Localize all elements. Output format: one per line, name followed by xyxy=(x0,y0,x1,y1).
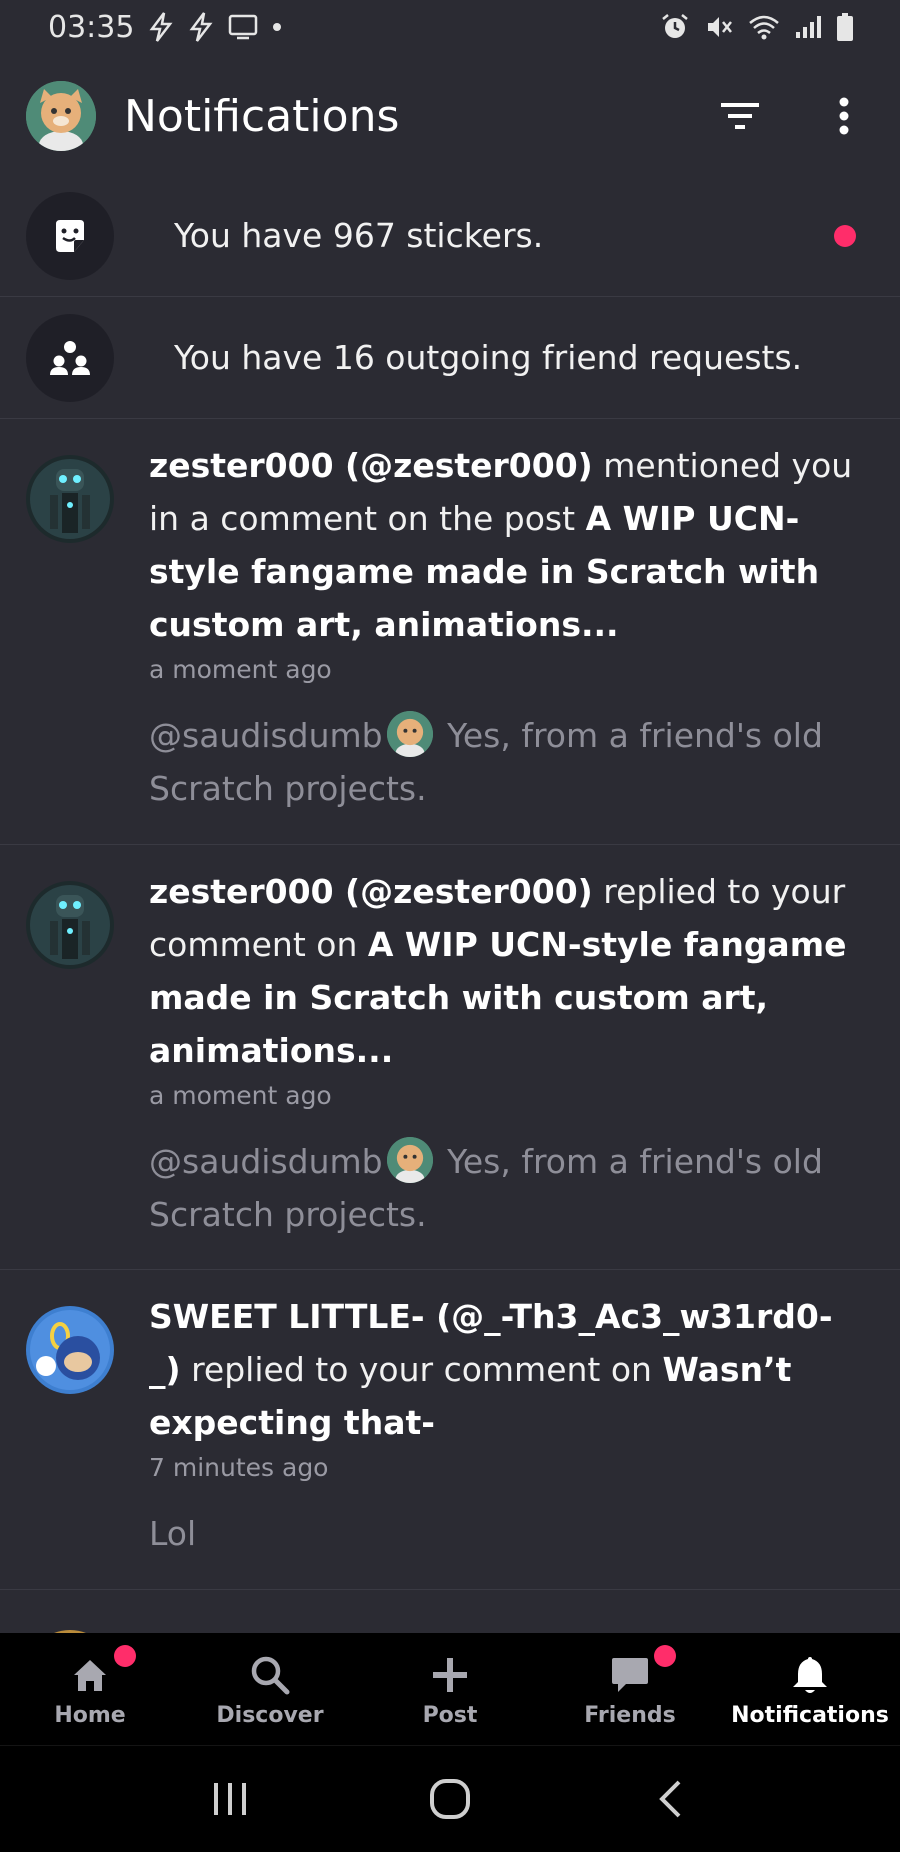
battery-icon xyxy=(836,12,854,42)
mention-avatar xyxy=(386,1137,433,1183)
notification-body: SWEET LITTLE- (@_-Th3_Ac3_w31rd0-_) repl… xyxy=(149,1290,860,1560)
unread-dot xyxy=(834,224,856,247)
home-circle-icon[interactable] xyxy=(410,1759,490,1839)
notification-headline: zester000 (@zester000) mentioned you in … xyxy=(149,439,860,651)
nav-discover[interactable]: Discover xyxy=(180,1633,360,1745)
comment-mention: @saudisdumb xyxy=(149,1142,383,1181)
nav-label: Home xyxy=(54,1703,126,1728)
comment-preview: Lol xyxy=(149,1514,197,1553)
bell-icon xyxy=(790,1651,830,1699)
actor-name[interactable]: zester000 (@zester000) xyxy=(149,872,593,911)
recents-icon[interactable] xyxy=(190,1759,270,1839)
nav-home[interactable]: Home xyxy=(0,1633,180,1745)
notification-body: zester000 (@zester000) mentioned you in … xyxy=(149,439,860,815)
filter-icon[interactable] xyxy=(710,86,770,146)
comment-mention: @saudisdumb xyxy=(149,716,383,755)
timestamp: a moment ago xyxy=(149,1081,332,1110)
flash-icon xyxy=(188,12,214,42)
friend-requests-text: You have 16 outgoing friend requests. xyxy=(174,338,803,377)
notification-item[interactable]: zester000 (@zester000) replied to your c… xyxy=(0,845,900,1270)
group-icon xyxy=(26,313,114,402)
timestamp: a moment ago xyxy=(149,655,332,684)
clock: 03:35 xyxy=(48,9,135,45)
stickers-text: You have 967 stickers. xyxy=(174,216,544,255)
actor-name[interactable]: zester000 (@zester000) xyxy=(149,446,593,485)
timestamp: 7 minutes ago xyxy=(149,1453,329,1482)
mute-icon xyxy=(704,12,734,42)
plus-icon xyxy=(431,1651,469,1699)
status-right xyxy=(660,12,854,42)
back-icon[interactable] xyxy=(630,1759,710,1839)
more-icon[interactable] xyxy=(814,86,874,146)
signal-icon xyxy=(794,14,822,40)
cast-icon xyxy=(228,14,258,40)
nav-label: Post xyxy=(422,1703,478,1728)
notification-badge xyxy=(114,1645,136,1667)
flash-icon xyxy=(148,12,174,42)
notification-item[interactable]: SWEET LITTLE- (@_-Th3_Ac3_w31rd0-_) repl… xyxy=(0,1270,900,1590)
nav-friends[interactable]: Friends xyxy=(540,1633,720,1745)
search-icon xyxy=(249,1651,291,1699)
notification-body: zester000 (@zester000) replied to your c… xyxy=(149,865,860,1241)
action-text: replied to your comment on xyxy=(180,1350,663,1389)
notification-badge xyxy=(654,1645,676,1667)
avatar[interactable] xyxy=(26,455,114,543)
stickers-notification[interactable]: You have 967 stickers. xyxy=(0,175,900,297)
avatar[interactable] xyxy=(26,881,114,969)
nav-label: Discover xyxy=(216,1703,324,1728)
wifi-icon xyxy=(748,13,780,41)
nav-label: Notifications xyxy=(731,1703,889,1728)
friend-requests-notification[interactable]: You have 16 outgoing friend requests. xyxy=(0,297,900,419)
notification-headline: SWEET LITTLE- (@_-Th3_Ac3_w31rd0-_) repl… xyxy=(149,1290,860,1449)
nav-post[interactable]: Post xyxy=(360,1633,540,1745)
status-bar: 03:35 xyxy=(0,0,900,54)
nav-notifications[interactable]: Notifications xyxy=(720,1633,900,1745)
comment-preview: @saudisdumb Yes, from a friend's old Scr… xyxy=(149,1135,860,1241)
avatar[interactable] xyxy=(26,1306,114,1394)
status-left: 03:35 xyxy=(48,10,282,45)
alarm-icon xyxy=(660,12,690,42)
notification-headline: zester000 (@zester000) replied to your c… xyxy=(149,865,860,1077)
dot-icon xyxy=(272,22,282,32)
system-nav-bar xyxy=(0,1745,900,1852)
mention-avatar xyxy=(386,711,433,757)
notification-item[interactable]: zester000 (@zester000) mentioned you in … xyxy=(0,419,900,845)
page-title: Notifications xyxy=(124,90,400,142)
chat-icon xyxy=(610,1645,676,1699)
sticker-icon xyxy=(26,191,114,280)
comment-preview: @saudisdumb Yes, from a friend's old Scr… xyxy=(149,709,860,815)
bottom-nav: Home Discover Post Friends Notifications xyxy=(0,1633,900,1745)
nav-label: Friends xyxy=(584,1703,676,1728)
next-notification-peek xyxy=(0,1590,900,1633)
user-avatar[interactable] xyxy=(26,81,96,151)
home-icon xyxy=(70,1645,136,1699)
app-header: Notifications xyxy=(0,72,900,160)
